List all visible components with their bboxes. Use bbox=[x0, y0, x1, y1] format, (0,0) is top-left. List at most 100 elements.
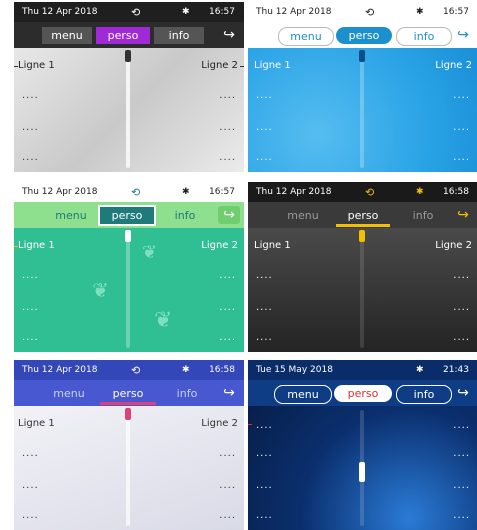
tab-info[interactable]: info bbox=[160, 207, 210, 224]
line-slot[interactable]: .... bbox=[22, 480, 39, 491]
time-text: 16:57 bbox=[209, 7, 235, 17]
line-1-label[interactable]: Ligne 1 bbox=[18, 60, 55, 71]
phone-screen-6: Tue 15 May 2018 ✱ 21:43 menu perso info … bbox=[248, 360, 477, 530]
tab-perso[interactable]: perso bbox=[336, 207, 390, 227]
scroll-thumb[interactable] bbox=[359, 230, 365, 242]
tab-info[interactable]: info bbox=[396, 27, 452, 46]
tab-perso[interactable]: perso bbox=[336, 27, 392, 44]
line-slot[interactable]: .... bbox=[453, 152, 470, 163]
tab-menu[interactable]: menu bbox=[42, 27, 92, 44]
tab-info[interactable]: info bbox=[162, 385, 212, 402]
tab-menu[interactable]: menu bbox=[46, 207, 96, 224]
line-slot[interactable]: .... bbox=[22, 332, 39, 343]
tab-perso[interactable]: perso bbox=[96, 27, 150, 44]
line-1-label[interactable]: Ligne 1 bbox=[254, 240, 291, 251]
lines-area: Ligne 1 Ligne 2 .... .... .... .... ....… bbox=[14, 228, 244, 352]
line-slot[interactable]: .... bbox=[256, 510, 273, 521]
exit-icon[interactable]: ↪ bbox=[218, 384, 240, 402]
line-slot[interactable]: .... bbox=[453, 420, 470, 431]
line-slot[interactable]: .... bbox=[256, 270, 273, 281]
phone-screen-2: Thu 12 Apr 2018 ⟲ ✱ 16:57 menu perso inf… bbox=[248, 2, 477, 172]
tab-bar: menu perso info ↪ bbox=[248, 202, 477, 228]
line-slot[interactable]: .... bbox=[22, 448, 39, 459]
line-slot[interactable]: .... bbox=[453, 270, 470, 281]
line-2-label[interactable]: Ligne 2 bbox=[435, 240, 472, 251]
sync-icon: ⟲ bbox=[365, 5, 375, 19]
line-2-label[interactable]: Ligne 2 bbox=[201, 60, 238, 71]
tab-info[interactable]: info bbox=[154, 27, 204, 44]
line-slot[interactable]: .... bbox=[453, 510, 470, 521]
tab-perso[interactable]: perso bbox=[98, 205, 156, 226]
line-slot[interactable]: .... bbox=[219, 302, 236, 313]
scroll-thumb[interactable] bbox=[125, 408, 131, 420]
line-slot[interactable]: .... bbox=[219, 90, 236, 101]
scroll-track[interactable] bbox=[126, 52, 130, 168]
line-slot[interactable]: .... bbox=[219, 122, 236, 133]
line-slot[interactable]: .... bbox=[453, 448, 470, 459]
line-slot[interactable]: .... bbox=[256, 302, 273, 313]
date-text: Thu 12 Apr 2018 bbox=[22, 365, 98, 375]
line-slot[interactable]: .... bbox=[22, 510, 39, 521]
line-slot[interactable]: .... bbox=[22, 122, 39, 133]
line-slot[interactable]: .... bbox=[256, 420, 273, 431]
tab-menu[interactable]: menu bbox=[274, 385, 332, 404]
line-slot[interactable]: .... bbox=[22, 152, 39, 163]
scroll-thumb[interactable] bbox=[125, 50, 131, 62]
line-1-label[interactable]: Ligne 1 bbox=[18, 418, 55, 429]
phone-screen-1: Thu 12 Apr 2018 ⟲ ✱ 16:57 menu perso inf… bbox=[14, 2, 244, 172]
line-slot[interactable]: .... bbox=[256, 90, 273, 101]
lines-area: Ligne 1 Ligne 2 .... .... .... .... ....… bbox=[14, 406, 244, 530]
line-slot[interactable]: .... bbox=[453, 122, 470, 133]
exit-icon[interactable]: ↪ bbox=[452, 26, 474, 44]
scroll-track[interactable] bbox=[360, 52, 364, 168]
scroll-track[interactable] bbox=[126, 232, 130, 348]
line-slot[interactable]: .... bbox=[256, 448, 273, 459]
line-slot[interactable]: .... bbox=[256, 122, 273, 133]
exit-icon[interactable]: ↪ bbox=[452, 206, 474, 224]
exit-icon[interactable]: ↪ bbox=[218, 26, 240, 44]
tab-menu[interactable]: menu bbox=[44, 385, 94, 402]
tab-bar: menu perso info ↪ bbox=[14, 202, 244, 228]
scroll-thumb[interactable] bbox=[359, 50, 365, 62]
line-slot[interactable]: .... bbox=[219, 448, 236, 459]
line-slot[interactable]: .... bbox=[219, 510, 236, 521]
scroll-thumb[interactable] bbox=[359, 462, 365, 482]
tab-menu[interactable]: menu bbox=[278, 207, 328, 224]
date-text: Thu 12 Apr 2018 bbox=[22, 187, 98, 197]
line-slot[interactable]: .... bbox=[453, 332, 470, 343]
date-text: Tue 15 May 2018 bbox=[256, 365, 333, 375]
line-1-label[interactable]: Ligne 1 bbox=[18, 240, 55, 251]
scroll-thumb[interactable] bbox=[125, 230, 131, 242]
time-text: 16:58 bbox=[443, 187, 469, 197]
phone-screen-4: Thu 12 Apr 2018 ⟲ ✱ 16:58 menu perso inf… bbox=[248, 182, 477, 352]
line-slot[interactable]: .... bbox=[453, 90, 470, 101]
line-1-label[interactable]: Ligne 1 bbox=[254, 60, 291, 71]
line-slot[interactable]: .... bbox=[22, 270, 39, 281]
line-slot[interactable]: .... bbox=[219, 480, 236, 491]
tab-perso[interactable]: perso bbox=[100, 385, 156, 405]
exit-icon[interactable]: ↪ bbox=[452, 384, 474, 402]
line-slot[interactable]: .... bbox=[256, 152, 273, 163]
exit-icon[interactable]: ↪ bbox=[218, 206, 240, 224]
line-2-label[interactable]: Ligne 2 bbox=[435, 60, 472, 71]
tab-info[interactable]: info bbox=[398, 207, 448, 224]
tab-info[interactable]: info bbox=[396, 385, 452, 404]
line-slot[interactable]: .... bbox=[219, 270, 236, 281]
time-text: 21:43 bbox=[443, 365, 469, 375]
lines-area: Ligne 1 Ligne 2 .... .... .... .... ....… bbox=[248, 228, 477, 352]
line-2-label[interactable]: Ligne 2 bbox=[201, 418, 238, 429]
line-slot[interactable]: .... bbox=[219, 152, 236, 163]
tab-menu[interactable]: menu bbox=[278, 27, 334, 46]
tab-perso[interactable]: perso bbox=[334, 385, 392, 402]
line-slot[interactable]: .... bbox=[256, 332, 273, 343]
status-bar: Thu 12 Apr 2018 ⟲ ✱ 16:58 bbox=[248, 182, 477, 202]
line-slot[interactable]: .... bbox=[219, 332, 236, 343]
line-slot[interactable]: .... bbox=[453, 480, 470, 491]
line-slot[interactable]: .... bbox=[22, 90, 39, 101]
line-slot[interactable]: .... bbox=[22, 302, 39, 313]
scroll-track[interactable] bbox=[126, 410, 130, 526]
scroll-track[interactable] bbox=[360, 232, 364, 348]
line-slot[interactable]: .... bbox=[453, 302, 470, 313]
line-slot[interactable]: .... bbox=[256, 480, 273, 491]
line-2-label[interactable]: Ligne 2 bbox=[201, 240, 238, 251]
